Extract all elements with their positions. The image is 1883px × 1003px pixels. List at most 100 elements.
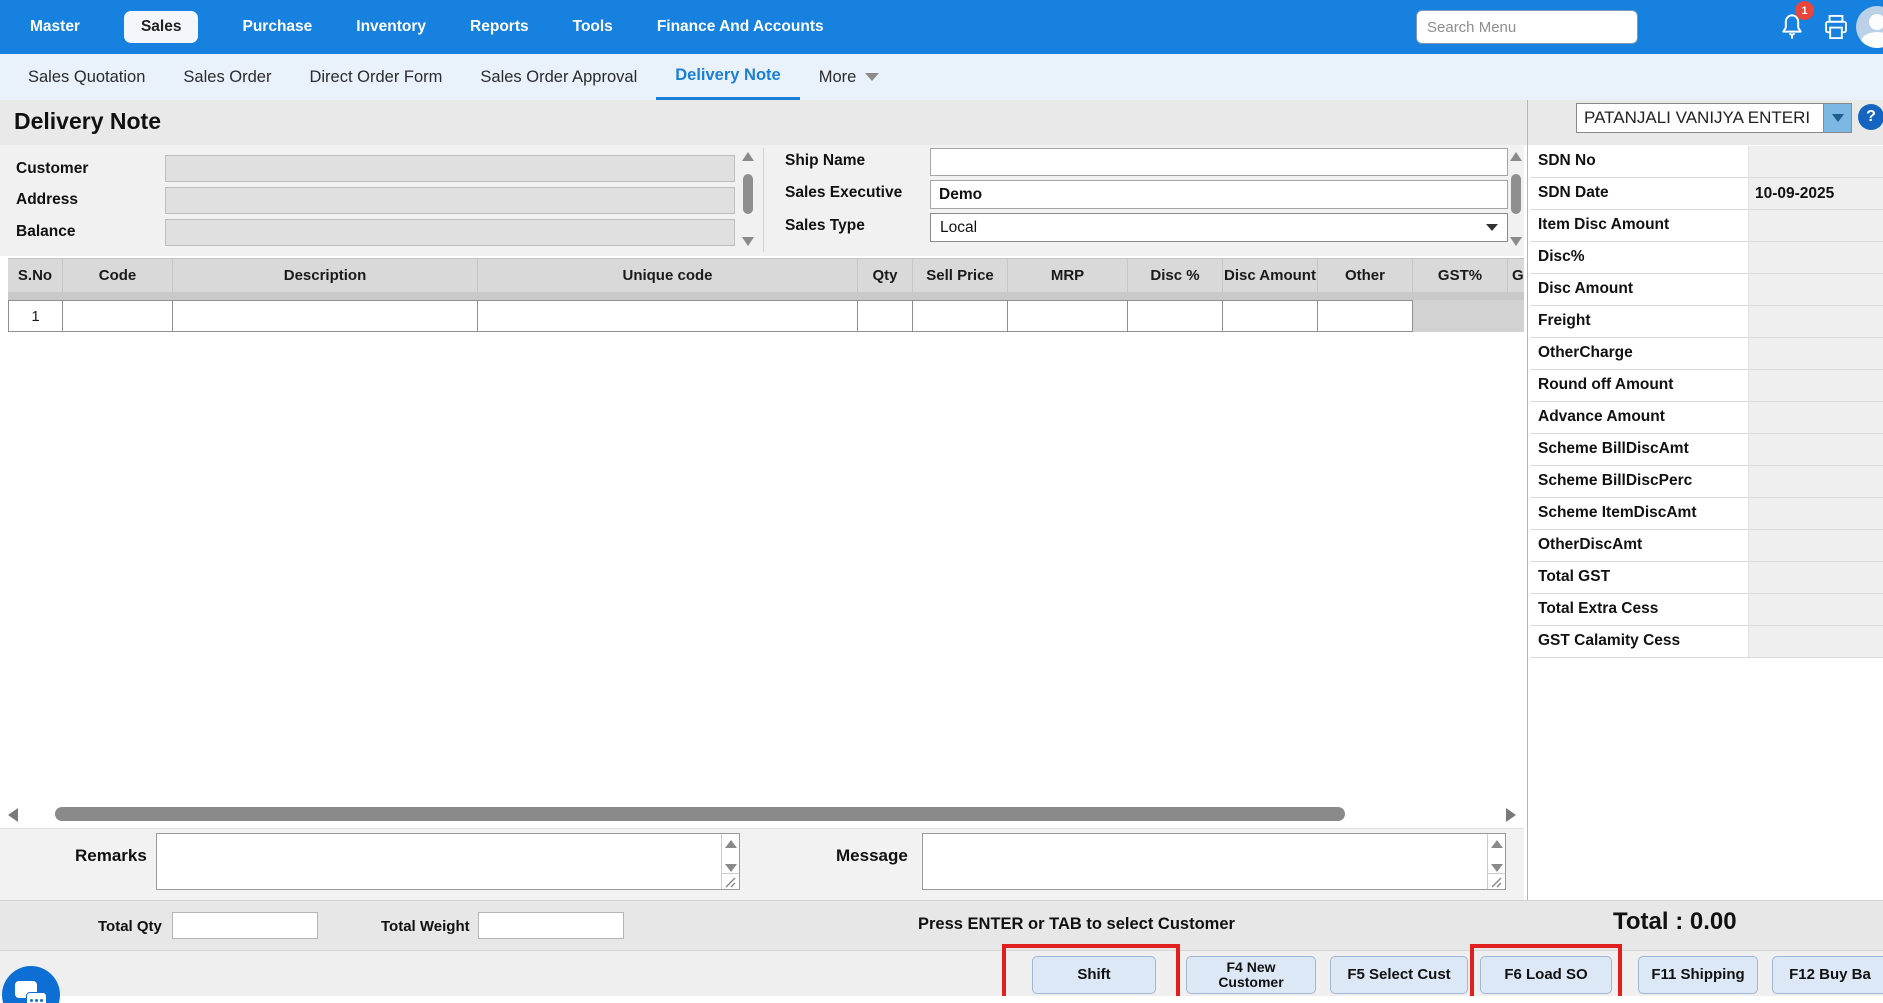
shift-button[interactable]: Shift: [1032, 956, 1156, 994]
help-icon[interactable]: ?: [1858, 104, 1883, 130]
ship-name-input[interactable]: [930, 148, 1508, 176]
nav-item-finance-and-accounts[interactable]: Finance And Accounts: [657, 18, 824, 36]
summary-value[interactable]: [1748, 402, 1883, 433]
column-header-gst-amount-clipped: GS: [1512, 267, 1524, 284]
grand-total-value: 0.00: [1689, 908, 1737, 935]
summary-label: SDN No: [1538, 152, 1596, 169]
scroll-up-arrow-icon[interactable]: [1510, 152, 1522, 161]
company-selector[interactable]: PATANJALI VANIJYA ENTERI: [1576, 103, 1852, 133]
footer-white-strip: [0, 996, 1883, 1003]
printer-icon[interactable]: [1822, 13, 1850, 43]
message-label: Message: [836, 846, 908, 865]
message-scroll-rail[interactable]: [1487, 834, 1505, 889]
sales-sub-navigation: Sales Quotation Sales Order Direct Order…: [0, 54, 1883, 100]
summary-value[interactable]: [1748, 274, 1883, 305]
nav-item-sales[interactable]: Sales: [123, 11, 199, 43]
nav-item-inventory[interactable]: Inventory: [356, 18, 426, 36]
remarks-scroll-rail[interactable]: [721, 834, 739, 889]
grand-total: Total : 0.00: [1613, 908, 1737, 936]
message-textarea[interactable]: [922, 833, 1506, 890]
cell-mrp[interactable]: [1008, 300, 1128, 332]
form-vertical-scrollbar-right[interactable]: [1508, 150, 1524, 248]
f5-select-cust-button[interactable]: F5 Select Cust: [1330, 956, 1468, 994]
customer-label: Customer: [16, 160, 89, 177]
summary-value[interactable]: [1748, 338, 1883, 369]
scroll-left-arrow-icon[interactable]: [8, 808, 18, 822]
subnav-item-sales-order[interactable]: Sales Order: [164, 54, 290, 100]
summary-value[interactable]: [1748, 434, 1883, 465]
horizontal-scrollbar-thumb[interactable]: [55, 807, 1345, 821]
summary-panel: SDN No SDN Date 10-09-2025 Item Disc Amo…: [1530, 146, 1883, 658]
summary-label: Scheme BillDiscPerc: [1538, 472, 1693, 489]
total-qty-input[interactable]: [172, 912, 318, 939]
company-dropdown-button[interactable]: [1823, 104, 1851, 132]
summary-label: Disc%: [1538, 248, 1585, 265]
column-header-unique-code: Unique code: [478, 259, 858, 292]
balance-label: Balance: [16, 223, 76, 240]
resize-handle-icon[interactable]: [722, 873, 739, 889]
summary-value[interactable]: [1748, 146, 1883, 177]
sales-type-label: Sales Type: [785, 217, 865, 234]
f4-new-customer-button[interactable]: F4 New Customer: [1186, 956, 1316, 994]
summary-value[interactable]: [1748, 562, 1883, 593]
nav-item-reports[interactable]: Reports: [470, 18, 529, 36]
summary-value[interactable]: [1748, 370, 1883, 401]
summary-value[interactable]: [1748, 594, 1883, 625]
summary-label: Scheme ItemDiscAmt: [1538, 504, 1697, 521]
grand-total-label: Total :: [1613, 908, 1690, 935]
remarks-label: Remarks: [75, 846, 147, 865]
summary-row-total-gst: Total GST: [1530, 562, 1883, 594]
nav-item-master[interactable]: Master: [30, 18, 80, 36]
scroll-up-arrow-icon[interactable]: [1491, 840, 1503, 848]
cell-code[interactable]: [63, 300, 173, 332]
summary-value[interactable]: [1748, 210, 1883, 241]
summary-value[interactable]: [1748, 306, 1883, 337]
cell-other[interactable]: [1318, 300, 1413, 332]
subnav-item-more[interactable]: More: [800, 54, 899, 100]
subnav-item-sales-order-approval[interactable]: Sales Order Approval: [461, 54, 656, 100]
summary-value[interactable]: [1748, 498, 1883, 529]
f6-load-so-button[interactable]: F6 Load SO: [1480, 956, 1612, 994]
cell-description[interactable]: [173, 300, 478, 332]
remarks-textarea[interactable]: [156, 833, 740, 890]
scrollbar-thumb[interactable]: [1511, 174, 1521, 214]
sales-executive-input[interactable]: [930, 180, 1508, 209]
summary-value[interactable]: [1748, 626, 1883, 657]
cell-sell-price[interactable]: [913, 300, 1008, 332]
f11-shipping-button[interactable]: F11 Shipping: [1638, 956, 1758, 994]
nav-item-purchase[interactable]: Purchase: [242, 18, 312, 36]
scroll-down-arrow-icon[interactable]: [1491, 864, 1503, 872]
scroll-up-arrow-icon[interactable]: [725, 840, 737, 848]
address-field: [165, 187, 735, 214]
scroll-down-arrow-icon[interactable]: [1510, 237, 1522, 246]
column-header-other: Other: [1318, 259, 1413, 292]
f12-buy-back-button[interactable]: F12 Buy Ba: [1772, 956, 1883, 994]
cell-sno[interactable]: 1: [8, 300, 63, 332]
summary-value[interactable]: [1748, 242, 1883, 273]
scrollbar-thumb[interactable]: [743, 174, 753, 214]
form-vertical-scrollbar-left[interactable]: [740, 150, 756, 248]
ship-name-label: Ship Name: [785, 152, 866, 169]
summary-value[interactable]: [1748, 466, 1883, 497]
total-weight-input[interactable]: [478, 912, 624, 939]
scroll-up-arrow-icon[interactable]: [742, 152, 754, 161]
scroll-down-arrow-icon[interactable]: [725, 864, 737, 872]
cell-qty[interactable]: [858, 300, 913, 332]
cell-unique-code[interactable]: [478, 300, 858, 332]
sales-type-select[interactable]: Local: [930, 213, 1508, 242]
scroll-down-arrow-icon[interactable]: [742, 237, 754, 246]
search-menu-input[interactable]: [1416, 10, 1638, 44]
cell-disc-percent[interactable]: [1128, 300, 1223, 332]
scroll-right-arrow-icon[interactable]: [1506, 808, 1516, 822]
summary-value[interactable]: [1748, 530, 1883, 561]
cell-disc-amount[interactable]: [1223, 300, 1318, 332]
subnav-item-delivery-note[interactable]: Delivery Note: [656, 54, 800, 100]
notification-count-badge: 1: [1795, 1, 1814, 20]
panel-divider: [1527, 100, 1528, 900]
subnav-item-direct-order-form[interactable]: Direct Order Form: [290, 54, 461, 100]
subnav-item-sales-quotation[interactable]: Sales Quotation: [9, 54, 164, 100]
summary-value[interactable]: 10-09-2025: [1748, 178, 1883, 209]
resize-handle-icon[interactable]: [1488, 873, 1505, 889]
chevron-down-icon: [1831, 114, 1844, 122]
nav-item-tools[interactable]: Tools: [573, 18, 613, 36]
